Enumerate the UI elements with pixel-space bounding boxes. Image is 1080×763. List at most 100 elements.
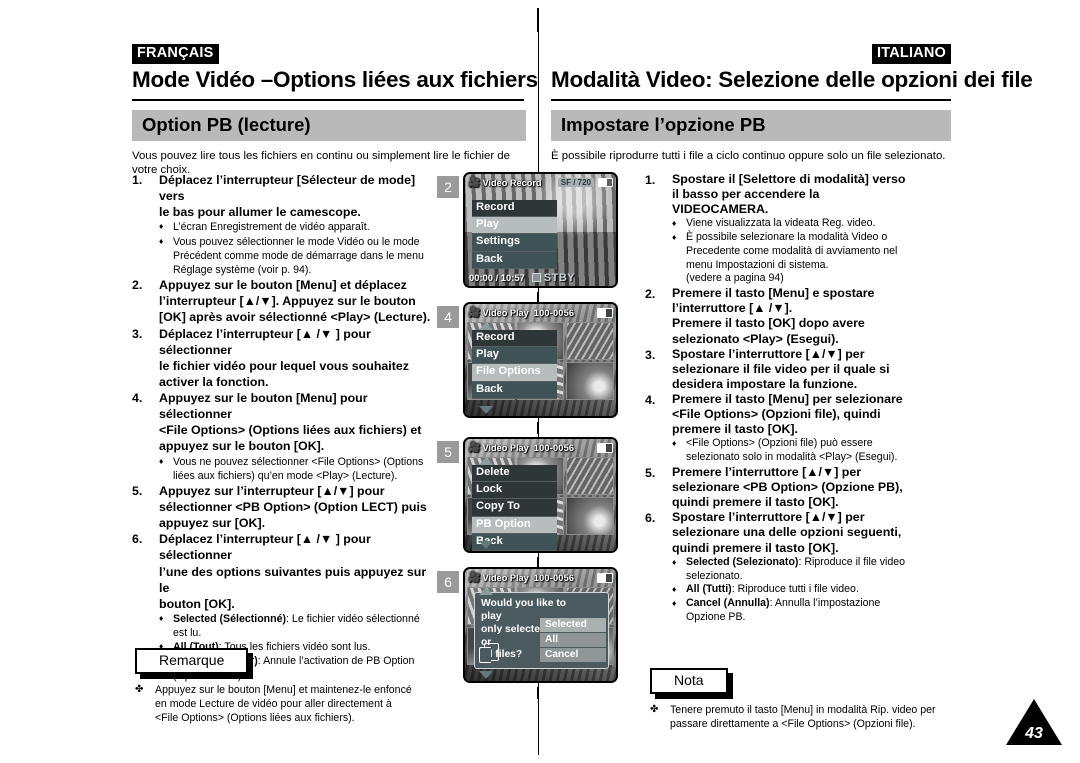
lcd-menu-item[interactable]: Play — [472, 347, 557, 365]
lcd-menu-item[interactable]: Back — [472, 381, 557, 399]
confirm-dialog: Would you like to play only selected file… — [474, 592, 609, 669]
step-body: Premere l’interruttore [▲/▼] per selezion… — [672, 465, 963, 510]
lcd-menu-item[interactable]: Record — [472, 200, 557, 218]
memory-card-icon — [597, 572, 613, 583]
lcd-menu-item[interactable]: Lock — [472, 482, 557, 500]
step-number: 1. — [132, 173, 143, 187]
step-text-line: il basso per accendere la — [672, 187, 820, 202]
step-text-line: premere il tasto [OK]. — [672, 422, 798, 437]
crop-tick — [537, 687, 539, 699]
note-text-line: Appuyez sur le bouton [Menu] et maintene… — [155, 683, 412, 696]
bullet-text-line: Precedente come modalità di avviamento n… — [686, 244, 898, 257]
lcd-menu-item[interactable]: Delete — [472, 465, 557, 483]
step-text-line: l’interrupteur [▲/▼]. Appuyez sur le bou… — [159, 294, 416, 309]
video-thumbnail[interactable] — [566, 497, 614, 535]
video-thumbnail[interactable] — [566, 457, 614, 495]
step-body: Appuyez sur le bouton [Menu] et déplacez… — [159, 277, 437, 325]
italian-section-title: Impostare l’opzione PB — [551, 110, 951, 141]
bullet-marker-icon: ♦ — [672, 218, 677, 229]
step-text-line: activer la fonction. — [159, 374, 269, 389]
step-text-line: l’interruttore [▲ /▼]. — [672, 301, 793, 316]
lcd-menu: Delete Lock Copy To PB Option Back — [472, 465, 557, 551]
battery-icon — [598, 178, 613, 187]
lcd-menu-item[interactable]: Record — [472, 330, 557, 348]
step-text-line: Premere il tasto [OK] dopo avere — [672, 316, 865, 331]
lcd-menu-item[interactable]: PB Option — [472, 516, 557, 534]
step-bullets: ♦ Viene visualizzata la videata Reg. vide… — [672, 217, 963, 286]
step-bullets: ♦ Vous ne pouvez sélectionner <File Optio… — [159, 455, 437, 483]
lcd-status-text: STBY — [543, 271, 576, 284]
step-item: 6. Spostare l’interruttore [▲/▼] per selez… — [645, 510, 963, 624]
step-body: Spostare il [Selettore di modalità] vers… — [672, 172, 963, 286]
bullet-marker-icon: ♦ — [672, 598, 677, 609]
bullet-text-line: Selected (Sélectionné): Le fichier vidéo… — [173, 612, 420, 625]
french-note-body: ✤ Appuyez sur le bouton [Menu] et mainten… — [135, 683, 455, 725]
french-header: FRANÇAIS Mode Vidéo –Options liées aux f… — [132, 44, 538, 177]
step-body: Spostare l’interruttore [▲/▼] per selezio… — [672, 347, 963, 392]
step-text-line: VIDEOCAMERA. — [672, 202, 769, 217]
bullet-text-line: Réglage système (voir p. 94). — [173, 263, 312, 276]
dialog-option-button[interactable]: Cancel — [540, 648, 606, 663]
step-number: 4. — [645, 393, 656, 408]
bullet-item: ♦ All (Tutti): Riproduce tutti i file vid… — [672, 583, 963, 597]
scroll-up-arrow-icon[interactable] — [479, 457, 493, 465]
bullet-term: Cancel (Annulla) — [686, 597, 770, 610]
step-text-line: le bas pour allumer le camescope. — [159, 205, 361, 220]
video-thumbnail[interactable] — [566, 322, 614, 360]
bullet-item: ♦ Selected (Sélectionné): Le fichier vidé… — [159, 612, 437, 640]
bullet-text-line: Opzione PB. — [686, 610, 746, 623]
step-text-line: selezionare il file video per il quale s… — [672, 361, 890, 376]
standby-square-icon — [531, 273, 541, 282]
scroll-down-arrow-icon[interactable] — [479, 406, 493, 414]
step-item: 4. Appuyez sur le bouton [Menu] pour séle… — [132, 390, 437, 483]
bullet-text-line: <File Options> (Opzioni file) può essere — [686, 437, 873, 450]
bullet-text-line: L’écran Enregistrement de vidéo apparaît… — [173, 221, 370, 234]
bullet-text: Cancel (Annulla): Annulla l’impostazione… — [686, 597, 963, 625]
scroll-up-arrow-icon[interactable] — [479, 587, 493, 595]
step-number: 3. — [645, 347, 656, 362]
scroll-down-arrow-icon[interactable] — [479, 541, 493, 549]
scroll-down-arrow-icon[interactable] — [479, 671, 493, 679]
lcd-status-bar: 🎥 Video Record SF / 720 — [465, 174, 616, 191]
bullet-text: Selected (Sélectionné): Le fichier vidéo… — [173, 612, 437, 640]
lcd-menu-item[interactable]: File Options — [472, 364, 557, 382]
memory-card-icon — [597, 442, 613, 453]
video-thumbnail[interactable] — [566, 362, 614, 400]
screenshot-figure: 2 🎥 Video Record SF / 720 00:00 / 10:57 STBY R… — [437, 172, 618, 288]
lcd-status-bar: 🎥 Video Play 100-0056 — [465, 569, 616, 586]
lcd-menu-item[interactable]: Copy To — [472, 499, 557, 517]
dialog-option-button[interactable]: Selected — [540, 618, 606, 633]
step-text-line: sélectionner <PB Option> (Option LECT) p… — [159, 500, 427, 514]
step-number: 4. — [132, 391, 143, 405]
screenshot-step-number: 4 — [437, 306, 459, 328]
step-item: 2. Appuyez sur le bouton [Menu] et déplac… — [132, 277, 437, 325]
bullet-marker-icon: ♦ — [672, 438, 677, 449]
step-text-line: bouton [OK]. — [159, 596, 235, 611]
step-text-line: quindi premere il tasto [OK]. — [672, 540, 839, 555]
dialog-option-button[interactable]: All — [540, 633, 606, 648]
lcd-menu-item[interactable]: Play — [472, 217, 557, 235]
bullet-marker-icon: ♦ — [159, 612, 164, 623]
lcd-menu-item[interactable]: Back — [472, 251, 557, 269]
bullet-marker-icon: ♦ — [672, 584, 677, 595]
page-number: 43 — [1025, 725, 1043, 742]
step-text-line: Spostare il [Selettore di modalità] vers… — [672, 172, 906, 186]
lcd-menu-item[interactable]: Settings — [472, 234, 557, 252]
step-text-line: Appuyez sur le bouton [Menu] et déplacez — [159, 278, 407, 293]
lcd-quality-chip: SF / 720 — [557, 178, 594, 187]
step-number: 1. — [645, 173, 656, 187]
note-text-line: Tenere premuto il tasto [Menu] in modali… — [670, 703, 936, 716]
step-text-line: <File Options> (Opzioni file), quindi — [672, 407, 881, 422]
step-number: 2. — [132, 278, 143, 293]
bullet-text: È possibile selezionare la modalità Vide… — [686, 231, 963, 286]
camera-lcd-screen: 🎥 Video Record SF / 720 00:00 / 10:57 STBY Re… — [463, 172, 618, 288]
italian-page-title: Modalità Video: Selezione delle opzioni … — [551, 67, 1033, 102]
step-text-line: appuyez sur le bouton [OK]. — [159, 439, 325, 454]
step-text-line: le fichier vidéo pour lequel vous souhai… — [159, 358, 409, 373]
italian-note-badge: Nota — [650, 668, 733, 699]
bullet-marker-icon: ♦ — [672, 232, 677, 243]
step-number: 3. — [132, 326, 143, 341]
memory-card-icon — [597, 307, 613, 318]
scroll-up-arrow-icon[interactable] — [479, 322, 493, 330]
bullet-text-line: Vous ne pouvez sélectionner <File Option… — [173, 455, 424, 468]
